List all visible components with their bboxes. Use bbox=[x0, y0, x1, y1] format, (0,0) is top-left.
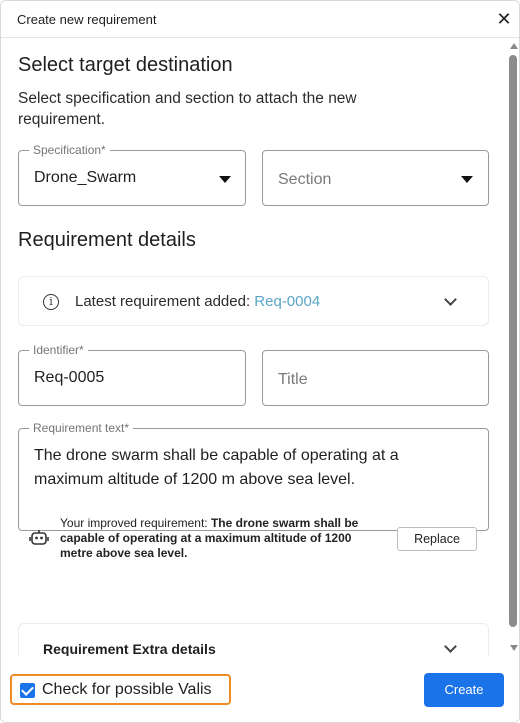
dialog-header: Create new requirement ✕ bbox=[1, 1, 519, 38]
specification-value: Drone_Swarm bbox=[34, 169, 137, 186]
create-requirement-dialog: Create new requirement ✕ Select target d… bbox=[0, 0, 520, 723]
scroll-down-icon[interactable] bbox=[510, 645, 518, 651]
check-valis-option[interactable]: Check for possible Valis bbox=[10, 674, 231, 705]
title-placeholder: Title bbox=[278, 371, 308, 388]
chevron-down-icon[interactable] bbox=[444, 640, 457, 653]
latest-requirement-label: Latest requirement added: bbox=[75, 293, 255, 310]
chevron-down-icon[interactable] bbox=[444, 293, 457, 306]
title-field[interactable]: Title bbox=[262, 350, 489, 406]
section-select[interactable]: Section bbox=[262, 150, 489, 206]
latest-requirement-panel[interactable]: i Latest requirement added: Req-0004 bbox=[18, 276, 489, 326]
dialog-footer: Check for possible Valis Create bbox=[1, 656, 519, 722]
identifier-field[interactable]: Identifier* Req-0005 bbox=[18, 343, 246, 406]
identifier-label: Identifier* bbox=[29, 343, 88, 357]
requirement-text-label: Requirement text* bbox=[29, 421, 134, 435]
latest-requirement-link[interactable]: Req-0004 bbox=[254, 293, 320, 310]
scroll-up-icon[interactable] bbox=[510, 43, 518, 49]
check-valis-label: Check for possible Valis bbox=[42, 681, 212, 698]
scrollbar[interactable] bbox=[507, 39, 519, 656]
caret-down-icon bbox=[461, 176, 473, 183]
close-icon[interactable]: ✕ bbox=[493, 8, 515, 30]
create-button[interactable]: Create bbox=[424, 673, 504, 707]
improved-prefix: Your improved requirement: bbox=[60, 516, 211, 530]
dialog-body[interactable]: Select target destination Select specifi… bbox=[1, 39, 506, 656]
target-subtitle: Select specification and section to atta… bbox=[18, 90, 357, 128]
details-heading: Requirement details bbox=[18, 229, 196, 251]
caret-down-icon bbox=[219, 176, 231, 183]
scrollbar-thumb[interactable] bbox=[509, 55, 517, 627]
requirement-text-value: The drone swarm shall be capable of oper… bbox=[34, 447, 399, 488]
specification-select[interactable]: Specification* Drone_Swarm bbox=[18, 143, 246, 206]
info-icon: i bbox=[43, 294, 59, 310]
improved-requirement: Your improved requirement: The drone swa… bbox=[60, 516, 380, 561]
target-heading: Select target destination bbox=[18, 54, 233, 76]
replace-button[interactable]: Replace bbox=[397, 527, 477, 551]
checkbox-checked-icon[interactable] bbox=[20, 683, 35, 698]
dialog-title: Create new requirement bbox=[17, 12, 157, 27]
section-placeholder: Section bbox=[278, 171, 332, 188]
extra-details-title: Requirement Extra details bbox=[43, 641, 216, 656]
specification-label: Specification* bbox=[29, 143, 110, 157]
identifier-value: Req-0005 bbox=[34, 369, 105, 386]
latest-requirement-text: Latest requirement added: Req-0004 bbox=[75, 293, 320, 310]
robot-icon bbox=[29, 530, 49, 545]
extra-details-panel[interactable]: Requirement Extra details bbox=[18, 623, 489, 656]
